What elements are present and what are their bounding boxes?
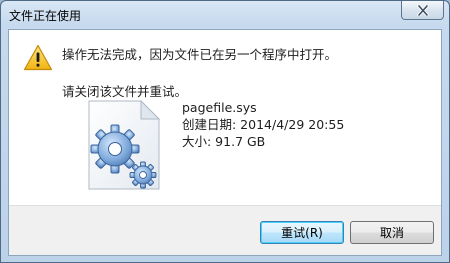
message-text: 操作无法完成，因为文件已在另一个程序中打开。 请关闭该文件并重试。 xyxy=(62,44,337,100)
file-info: pagefile.sys 创建日期: 2014/4/29 20:55 大小: 9… xyxy=(182,99,344,150)
dialog-content: 操作无法完成，因为文件已在另一个程序中打开。 请关闭该文件并重试。 pagefi… xyxy=(8,29,442,256)
file-created-date: 创建日期: 2014/4/29 20:55 xyxy=(182,117,345,132)
file-in-use-dialog: 文件正在使用 操作无法完成，因为文件已在另一个程序中打开。 请关闭该文件并重试。… xyxy=(0,0,450,263)
file-name: pagefile.sys xyxy=(182,100,257,115)
message-line-2: 请关闭该文件并重试。 xyxy=(62,84,188,99)
file-size: 大小: 91.7 GB xyxy=(182,134,266,149)
retry-button[interactable]: 重试(R) xyxy=(260,221,344,244)
title-bar[interactable]: 文件正在使用 xyxy=(1,1,449,29)
message-line-1: 操作无法完成，因为文件已在另一个程序中打开。 xyxy=(62,47,338,62)
system-file-gear-icon xyxy=(79,99,165,194)
cancel-button[interactable]: 取消 xyxy=(350,221,434,244)
close-icon xyxy=(416,4,429,16)
window-title: 文件正在使用 xyxy=(9,9,82,23)
close-button[interactable] xyxy=(401,1,444,20)
warning-icon xyxy=(23,44,53,74)
